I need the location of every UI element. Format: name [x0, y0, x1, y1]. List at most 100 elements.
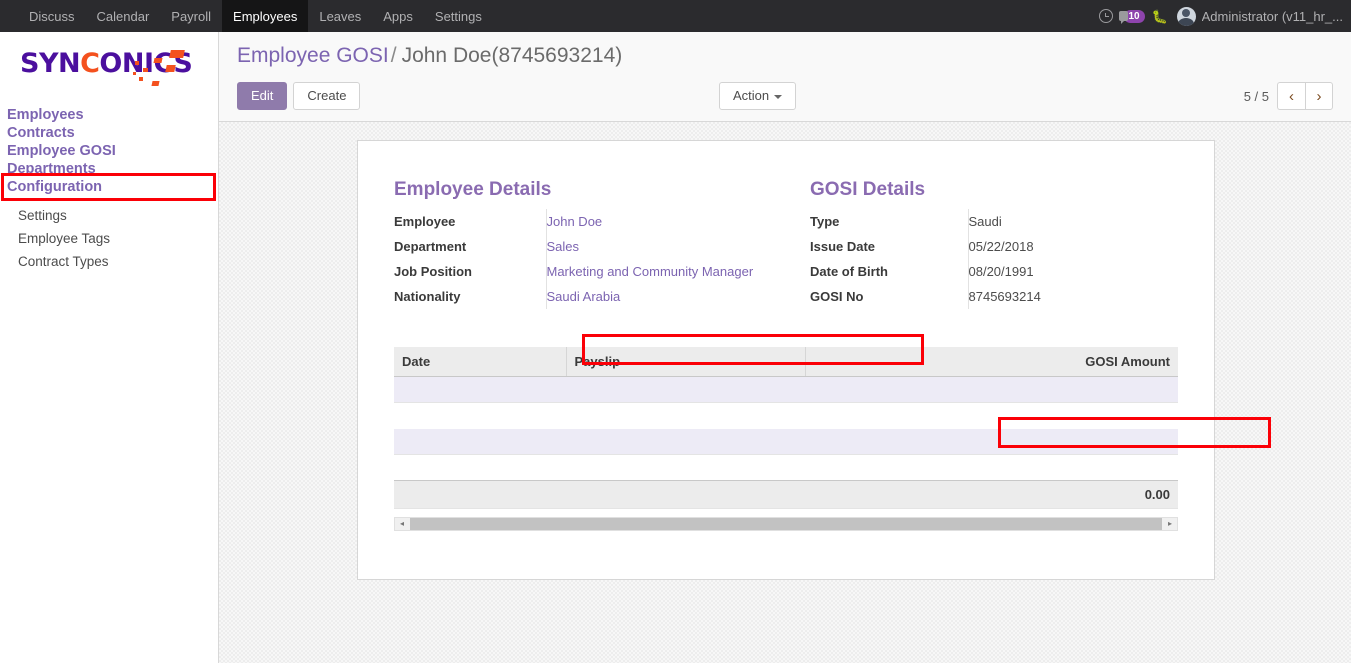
sidebar-item-settings[interactable]: Settings — [0, 204, 218, 227]
pager: 5 / 5 ‹ › — [1244, 82, 1333, 110]
field-row-employee: Employee John Doe — [394, 209, 786, 234]
sidebar-item-configuration[interactable]: Configuration — [0, 178, 218, 196]
column-header-blank[interactable] — [805, 347, 978, 377]
action-dropdown-button[interactable]: Action — [719, 82, 796, 110]
field-label: Employee — [394, 209, 546, 234]
edit-button[interactable]: Edit — [237, 82, 287, 110]
field-row-type: Type Saudi — [810, 209, 1178, 234]
sidebar-item-departments[interactable]: Departments — [0, 160, 218, 178]
form-groups: Employee Details Employee John Doe Depar… — [394, 179, 1178, 309]
table-row-spacer — [394, 455, 1178, 481]
messages-icon[interactable]: 10 — [1119, 0, 1145, 32]
nav-item-employees[interactable]: Employees — [222, 0, 308, 32]
gosi-details-title: GOSI Details — [810, 179, 1178, 201]
field-label: Nationality — [394, 284, 546, 309]
field-value-employee[interactable]: John Doe — [547, 214, 603, 229]
nav-item-settings[interactable]: Settings — [424, 0, 493, 32]
logo-accent-square — [151, 81, 159, 86]
logo-text-part1: SYN — [20, 48, 80, 79]
table-row[interactable] — [394, 429, 1178, 455]
field-label: Type — [810, 209, 968, 234]
avatar[interactable] — [1177, 7, 1196, 26]
nav-label: Settings — [435, 9, 482, 24]
logo-accent-square — [133, 72, 136, 75]
gosi-lines-table: Date Payslip GOSI Amount — [394, 347, 1178, 509]
chevron-down-icon — [774, 95, 782, 99]
action-label: Action — [733, 88, 769, 103]
sidebar-item-employee-tags[interactable]: Employee Tags — [0, 227, 218, 250]
create-button[interactable]: Create — [293, 82, 360, 110]
scrollbar-thumb[interactable] — [410, 518, 1162, 530]
logo-accent-square — [143, 68, 148, 72]
bug-icon[interactable]: 🐛 — [1147, 0, 1173, 32]
column-header-gosi-amount[interactable]: GOSI Amount — [978, 347, 1178, 377]
sidebar-item-employee-gosi[interactable]: Employee GOSI — [0, 142, 218, 160]
column-header-date[interactable]: Date — [394, 347, 566, 377]
logo-text-part2: C — [80, 48, 99, 79]
sidebar-item-contracts[interactable]: Contracts — [0, 124, 218, 142]
logo-accent-square — [139, 77, 143, 81]
field-value-department[interactable]: Sales — [547, 239, 580, 254]
table-row[interactable] — [394, 377, 1178, 403]
table-body — [394, 377, 1178, 481]
nav-label: Payroll — [171, 9, 211, 24]
gosi-details-table: Type Saudi Issue Date 05/22/2018 Date of… — [810, 209, 1178, 309]
pager-previous-button[interactable]: ‹ — [1277, 82, 1305, 110]
breadcrumb-root[interactable]: Employee GOSI — [237, 44, 389, 67]
field-value-job-position[interactable]: Marketing and Community Manager — [547, 264, 754, 279]
sidebar-item-contract-types[interactable]: Contract Types — [0, 250, 218, 273]
scroll-right-arrow-icon[interactable]: ▸ — [1163, 520, 1177, 528]
pager-next-button[interactable]: › — [1305, 82, 1333, 110]
logo-accent-square — [169, 50, 185, 58]
nav-item-apps[interactable]: Apps — [372, 0, 424, 32]
form-sheet: Employee Details Employee John Doe Depar… — [357, 140, 1215, 580]
nav-item-payroll[interactable]: Payroll — [160, 0, 222, 32]
field-label: Issue Date — [810, 234, 968, 259]
gosi-amount-total: 0.00 — [394, 481, 1178, 509]
control-panel: Employee GOSI/John Doe(8745693214) Edit … — [219, 32, 1351, 122]
sidebar-item-label: Departments — [7, 161, 96, 177]
user-menu-label[interactable]: Administrator (v11_hr_... — [1202, 9, 1347, 24]
speech-bubble-icon — [1119, 11, 1128, 21]
employee-details-title: Employee Details — [394, 179, 786, 201]
sidebar-item-label: Contract Types — [18, 254, 109, 269]
field-row-department: Department Sales — [394, 234, 786, 259]
nav-item-discuss[interactable]: Discuss — [18, 0, 86, 32]
sidebar-item-employees[interactable]: Employees — [0, 106, 218, 124]
gosi-lines-section: Date Payslip GOSI Amount — [394, 347, 1178, 531]
nav-label: Discuss — [29, 9, 75, 24]
table-footer: 0.00 — [394, 481, 1178, 509]
scroll-left-arrow-icon[interactable]: ◂ — [395, 520, 409, 528]
horizontal-scrollbar[interactable]: ◂ ▸ — [394, 517, 1178, 531]
employee-details-table: Employee John Doe Department Sales Job P… — [394, 209, 786, 309]
nav-label: Calendar — [97, 9, 150, 24]
sidebar-item-label: Employees — [7, 107, 84, 123]
pager-count: 5 / 5 — [1244, 89, 1269, 104]
employee-details-group: Employee Details Employee John Doe Depar… — [394, 179, 786, 309]
sidebar-item-label: Employee GOSI — [7, 143, 116, 159]
main-content: Employee GOSI/John Doe(8745693214) Edit … — [219, 32, 1351, 663]
clock-icon[interactable] — [1093, 0, 1119, 32]
table-row-spacer — [394, 403, 1178, 429]
field-row-issue-date: Issue Date 05/22/2018 — [810, 234, 1178, 259]
synconics-logo: SYNCONICS — [0, 32, 218, 102]
table-header-row: Date Payslip GOSI Amount — [394, 347, 1178, 377]
control-panel-buttons: Edit Create Action 5 / 5 ‹ › — [237, 82, 1333, 121]
sidebar-item-label: Configuration — [7, 179, 102, 195]
breadcrumb: Employee GOSI/John Doe(8745693214) — [237, 42, 1333, 70]
nav-label: Apps — [383, 9, 413, 24]
logo-accent-square — [135, 61, 139, 65]
breadcrumb-current: John Doe(8745693214) — [402, 44, 623, 67]
breadcrumb-separator: / — [391, 44, 397, 67]
column-header-payslip[interactable]: Payslip — [566, 347, 805, 377]
sidebar-primary-items: Employees Contracts Employee GOSI Depart… — [0, 106, 218, 196]
app-shell: SYNCONICS Employees Contracts Employee G… — [0, 32, 1351, 663]
sidebar-item-label: Settings — [18, 208, 67, 223]
nav-label: Leaves — [319, 9, 361, 24]
nav-item-leaves[interactable]: Leaves — [308, 0, 372, 32]
field-value-nationality[interactable]: Saudi Arabia — [547, 289, 621, 304]
field-value-gosi-no: 8745693214 — [969, 289, 1041, 304]
field-row-date-of-birth: Date of Birth 08/20/1991 — [810, 259, 1178, 284]
field-label: Department — [394, 234, 546, 259]
nav-item-calendar[interactable]: Calendar — [86, 0, 161, 32]
